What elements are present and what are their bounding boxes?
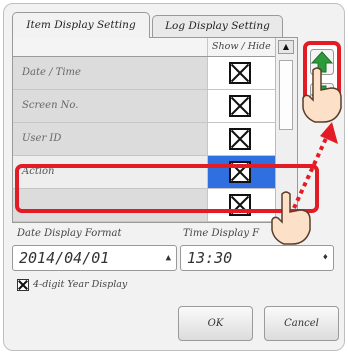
show-hide-cell[interactable] [207, 90, 275, 123]
list-item[interactable]: User ID [13, 123, 207, 156]
date-format-select[interactable]: 2014/04/01 ▲ [12, 245, 177, 271]
date-display-format-label: Date Display Format [17, 228, 122, 239]
time-display-format-label: Time Display F [183, 228, 260, 239]
four-digit-year-label: 4-digit Year Display [33, 279, 128, 290]
list-header: Show / Hide [13, 38, 275, 57]
time-format-value: 13:30 [187, 249, 233, 267]
show-hide-cell[interactable] [207, 123, 275, 156]
header-blank [13, 38, 207, 56]
scroll-up-arrow-icon[interactable]: ▲ [278, 40, 294, 54]
select-updown-icon: ▲ [165, 253, 171, 263]
list-item[interactable]: Screen No. [13, 90, 207, 123]
cancel-button[interactable]: Cancel [264, 306, 339, 341]
time-format-select[interactable]: 13:30 ♦ [180, 245, 334, 271]
hand-pointer-icon [302, 67, 342, 123]
list-item[interactable]: Date / Time [13, 57, 207, 90]
select-updown-icon: ♦ [322, 253, 328, 263]
date-format-value: 2014/04/01 [19, 249, 110, 267]
tab-item-display-setting[interactable]: Item Display Setting [12, 12, 150, 38]
show-hide-cell[interactable] [207, 57, 275, 90]
checked-x-icon [229, 62, 251, 84]
checked-x-icon [229, 128, 251, 150]
four-digit-year-checkbox[interactable] [17, 279, 29, 291]
show-hide-header: Show / Hide [207, 38, 275, 56]
ok-button[interactable]: OK [178, 306, 253, 341]
checked-x-icon [229, 95, 251, 117]
hand-pointer-icon [271, 191, 311, 245]
tab-log-display-setting[interactable]: Log Display Setting [152, 15, 283, 37]
